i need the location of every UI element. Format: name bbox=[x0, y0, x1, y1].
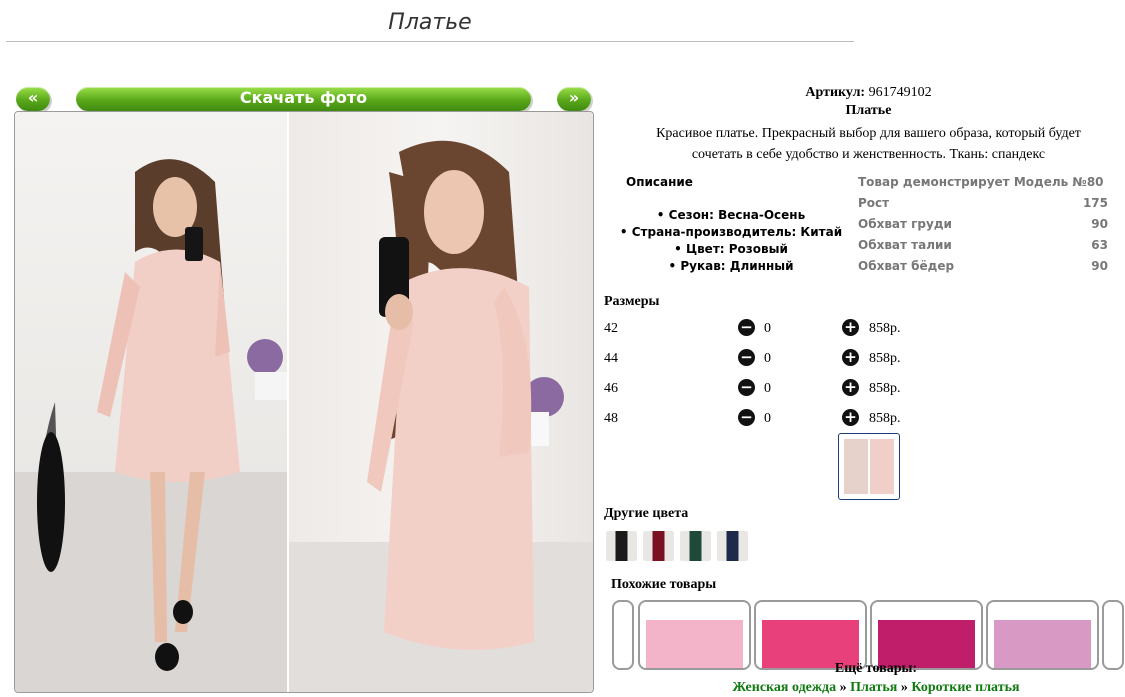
download-photo-button[interactable]: Скачать фото bbox=[76, 87, 531, 111]
thumbnail-image bbox=[844, 439, 894, 494]
size-qty: 0 bbox=[764, 351, 771, 366]
color-swatch-black[interactable] bbox=[606, 531, 637, 561]
plus-icon[interactable]: + bbox=[842, 379, 859, 396]
product-name: Платье bbox=[845, 103, 892, 118]
size-price: 858р. bbox=[869, 321, 901, 336]
model-row: Рост 175 bbox=[858, 196, 1108, 217]
size-label: 44 bbox=[604, 351, 618, 366]
breadcrumb: Женская одежда » Платья » Короткие плать… bbox=[606, 678, 1125, 697]
model-row: Обхват груди 90 bbox=[858, 217, 1108, 238]
size-price: 858р. bbox=[869, 411, 901, 426]
model-row: Обхват талии 63 bbox=[858, 238, 1108, 259]
plus-icon[interactable]: + bbox=[842, 319, 859, 336]
minus-icon[interactable]: − bbox=[738, 349, 755, 366]
specs-heading: Описание bbox=[626, 175, 693, 189]
model-label: Обхват талии bbox=[858, 238, 952, 252]
prev-photo-button[interactable]: « bbox=[16, 87, 50, 111]
model-label: Обхват бёдер bbox=[858, 259, 955, 273]
model-heading: Товар демонстрирует Модель №80 bbox=[858, 175, 1104, 189]
article-block: Артикул: 961749102 Платье bbox=[606, 84, 1125, 120]
size-label: 48 bbox=[604, 411, 618, 426]
more-products: Ещё товары: Женская одежда » Платья » Ко… bbox=[606, 660, 1125, 697]
color-swatch-navy[interactable] bbox=[717, 531, 748, 561]
crumb-dresses[interactable]: Платья bbox=[850, 680, 897, 695]
next-photo-button[interactable]: » bbox=[557, 87, 591, 111]
spec-item: • Цвет: Розовый bbox=[674, 242, 788, 256]
other-colors-heading: Другие цвета bbox=[604, 506, 689, 521]
crumb-short-dresses[interactable]: Короткие платья bbox=[911, 680, 1019, 695]
spec-item: • Сезон: Весна-Осень bbox=[656, 208, 806, 222]
size-row: 44 − 0 + 858р. bbox=[604, 349, 934, 369]
size-qty: 0 bbox=[764, 381, 771, 396]
model-value: 63 bbox=[1091, 238, 1108, 252]
description-line: сочетать в себе удобство и женственность… bbox=[691, 147, 1046, 162]
minus-icon[interactable]: − bbox=[738, 319, 755, 336]
spec-item: • Страна-производитель: Китай bbox=[619, 225, 843, 239]
article-value: 961749102 bbox=[868, 85, 932, 100]
more-heading: Ещё товары: bbox=[834, 661, 918, 676]
model-measurements: Товар демонстрирует Модель №80 Рост 175 О… bbox=[858, 175, 1108, 280]
plus-icon[interactable]: + bbox=[842, 409, 859, 426]
model-label: Рост bbox=[858, 196, 890, 210]
minus-icon[interactable]: − bbox=[738, 409, 755, 426]
model-value: 175 bbox=[1082, 196, 1108, 210]
crumb-separator: » bbox=[900, 680, 908, 695]
product-photo-gallery[interactable] bbox=[14, 111, 594, 693]
page-title: Платье bbox=[6, 10, 854, 42]
product-description: Красивое платье. Прекрасный выбор для ва… bbox=[606, 123, 1125, 165]
minus-icon[interactable]: − bbox=[738, 379, 755, 396]
size-price: 858р. bbox=[869, 381, 901, 396]
article-label: Артикул: bbox=[805, 85, 866, 100]
size-row: 42 − 0 + 858р. bbox=[604, 319, 934, 339]
description-line: Красивое платье. Прекрасный выбор для ва… bbox=[656, 126, 1081, 141]
sizes-heading: Размеры bbox=[604, 294, 660, 309]
product-photo-closeup bbox=[289, 112, 593, 692]
crumb-separator: » bbox=[839, 680, 847, 695]
model-label: Обхват груди bbox=[858, 217, 952, 231]
size-label: 42 bbox=[604, 321, 618, 336]
color-swatch-green[interactable] bbox=[680, 531, 711, 561]
selected-photo-thumbnail[interactable] bbox=[838, 433, 900, 500]
size-qty: 0 bbox=[764, 411, 771, 426]
model-value: 90 bbox=[1091, 217, 1108, 231]
color-swatches bbox=[606, 531, 748, 561]
size-qty: 0 bbox=[764, 321, 771, 336]
model-value: 90 bbox=[1091, 259, 1108, 273]
model-row: Обхват бёдер 90 bbox=[858, 259, 1108, 280]
size-price: 858р. bbox=[869, 351, 901, 366]
size-label: 46 bbox=[604, 381, 618, 396]
similar-products-carousel bbox=[612, 600, 1125, 670]
spec-item: • Рукав: Длинный bbox=[668, 259, 794, 273]
plus-icon[interactable]: + bbox=[842, 349, 859, 366]
similar-heading: Похожие товары bbox=[611, 577, 717, 592]
size-row: 46 − 0 + 858р. bbox=[604, 379, 934, 399]
crumb-womens-clothing[interactable]: Женская одежда bbox=[732, 680, 836, 695]
size-row: 48 − 0 + 858р. bbox=[604, 409, 934, 429]
product-photo-front bbox=[15, 112, 287, 692]
color-swatch-burgundy[interactable] bbox=[643, 531, 674, 561]
